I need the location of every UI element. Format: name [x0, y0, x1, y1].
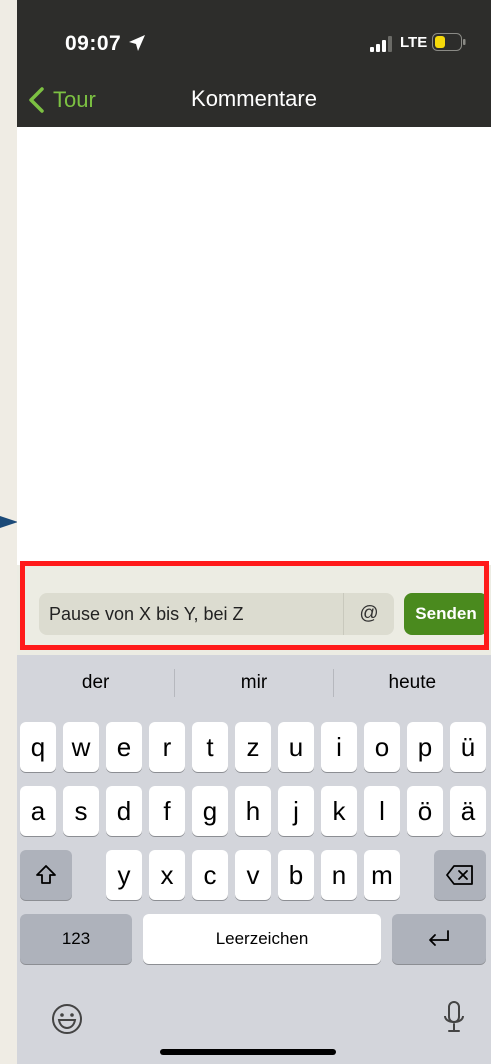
status-time: 09:07 [65, 32, 122, 55]
key[interactable]: a [20, 786, 56, 836]
pointer-arrow-icon [0, 516, 18, 528]
key[interactable]: g [192, 786, 228, 836]
network-label: LTE [400, 34, 428, 51]
key[interactable]: i [321, 722, 357, 772]
key[interactable]: b [278, 850, 314, 900]
suggestion-bar: der mir heute [17, 655, 491, 711]
key[interactable]: f [149, 786, 185, 836]
key[interactable]: v [235, 850, 271, 900]
key[interactable]: e [106, 722, 142, 772]
keyboard: der mir heute q w e r t z u i o p ü a s … [17, 655, 491, 1064]
battery-icon [432, 33, 466, 51]
backspace-icon [446, 865, 473, 885]
space-key[interactable]: Leerzeichen [143, 914, 381, 964]
comment-input[interactable]: Pause von X bis Y, bei Z @ [39, 593, 394, 635]
comments-list [17, 127, 491, 565]
key[interactable]: ö [407, 786, 443, 836]
key[interactable]: n [321, 850, 357, 900]
key[interactable]: t [192, 722, 228, 772]
key[interactable]: j [278, 786, 314, 836]
page-title: Kommentare [191, 86, 317, 111]
microphone-icon[interactable] [442, 1000, 466, 1036]
key[interactable]: c [192, 850, 228, 900]
key[interactable]: m [364, 850, 400, 900]
suggestion-item[interactable]: mir [175, 655, 332, 711]
key[interactable]: q [20, 722, 56, 772]
key[interactable]: y [106, 850, 142, 900]
key[interactable]: ü [450, 722, 486, 772]
phone-screen: 09:07 LTE Tour Kommentare Pause von X bi… [17, 0, 491, 1064]
suggestion-item[interactable]: heute [334, 655, 491, 711]
key[interactable]: z [235, 722, 271, 772]
mention-button[interactable]: @ [343, 593, 394, 635]
key[interactable]: o [364, 722, 400, 772]
shift-key[interactable] [20, 850, 72, 900]
emoji-icon[interactable] [51, 1003, 83, 1035]
suggestion-item[interactable]: der [17, 655, 174, 711]
header: 09:07 LTE Tour Kommentare [17, 0, 491, 127]
home-indicator [160, 1049, 336, 1055]
numbers-key[interactable]: 123 [20, 914, 132, 964]
key[interactable]: u [278, 722, 314, 772]
key[interactable]: d [106, 786, 142, 836]
return-key[interactable] [392, 914, 486, 964]
shift-icon [36, 865, 56, 884]
signal-icon [370, 36, 392, 52]
key[interactable]: h [235, 786, 271, 836]
key[interactable]: l [364, 786, 400, 836]
key[interactable]: r [149, 722, 185, 772]
key[interactable]: k [321, 786, 357, 836]
return-icon [429, 930, 449, 946]
send-button[interactable]: Senden [404, 593, 488, 635]
comment-input-text: Pause von X bis Y, bei Z [49, 603, 244, 624]
backspace-key[interactable] [434, 850, 486, 900]
key[interactable]: x [149, 850, 185, 900]
key[interactable]: w [63, 722, 99, 772]
key[interactable]: s [63, 786, 99, 836]
key[interactable]: ä [450, 786, 486, 836]
location-arrow-icon [129, 35, 145, 51]
key[interactable]: p [407, 722, 443, 772]
